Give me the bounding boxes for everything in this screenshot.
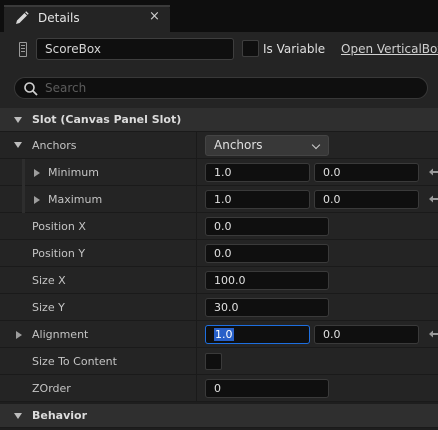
is-variable-checkbox[interactable] (242, 40, 259, 57)
size-x-label: Size X (32, 274, 66, 287)
tab-title: Details (38, 11, 80, 25)
category-behavior[interactable]: Behavior (0, 404, 438, 428)
is-variable-label: Is Variable (263, 42, 326, 56)
alignment-y-input[interactable]: 0.0 (314, 325, 419, 344)
search-icon (24, 82, 38, 96)
category-slot[interactable]: Slot (Canvas Panel Slot) (0, 108, 438, 132)
row-position-x: Position X 0.0 (0, 213, 438, 240)
size-y-input[interactable]: 30.0 (205, 298, 329, 317)
category-slot-label: Slot (Canvas Panel Slot) (32, 113, 182, 126)
minimum-y-input[interactable]: 0.0 (314, 163, 419, 182)
minimum-label: Minimum (48, 166, 99, 179)
alignment-x-selected-text: 1.0 (214, 328, 234, 341)
row-anchors-minimum: Minimum 1.0 0.0 (0, 159, 438, 186)
position-y-label: Position Y (32, 247, 86, 260)
size-y-label: Size Y (32, 301, 65, 314)
widget-name-input[interactable] (36, 38, 234, 60)
size-to-content-checkbox[interactable] (205, 353, 222, 370)
open-verticalbox-link[interactable]: Open VerticalBox (341, 42, 438, 56)
row-alignment: Alignment 1.0 0.0 (0, 321, 438, 348)
row-anchors: Anchors Anchors (0, 132, 438, 159)
widget-type-icon (19, 42, 27, 57)
maximum-label: Maximum (48, 193, 103, 206)
collapse-arrow-icon[interactable] (34, 196, 40, 204)
size-to-content-label: Size To Content (32, 355, 117, 368)
expand-arrow-icon[interactable] (14, 142, 22, 148)
position-x-label: Position X (32, 220, 86, 233)
zorder-input[interactable]: 0 (205, 379, 329, 398)
tab-bar: Details × (0, 0, 438, 32)
expand-arrow-icon (14, 413, 22, 419)
zorder-label: ZOrder (32, 382, 71, 395)
tab-accent (4, 5, 170, 7)
maximum-y-input[interactable]: 0.0 (314, 190, 419, 209)
reset-arrow-icon[interactable] (428, 166, 438, 178)
size-x-input[interactable]: 100.0 (205, 271, 329, 290)
position-y-input[interactable]: 0.0 (205, 244, 329, 263)
search-input[interactable] (45, 79, 415, 97)
chevron-down-icon (311, 140, 321, 150)
expand-arrow-icon (14, 117, 22, 123)
details-header: Is Variable Open VerticalBox (0, 32, 438, 108)
anchors-dropdown[interactable]: Anchors (205, 135, 329, 156)
row-zorder: ZOrder 0 (0, 375, 438, 402)
row-size-to-content: Size To Content (0, 348, 438, 375)
collapse-arrow-icon[interactable] (16, 331, 22, 339)
property-grid: Slot (Canvas Panel Slot) Anchors Anchors… (0, 108, 438, 430)
anchors-dropdown-value: Anchors (214, 138, 263, 152)
reset-arrow-icon[interactable] (428, 328, 438, 340)
pencil-icon (16, 11, 29, 24)
minimum-x-input[interactable]: 1.0 (205, 163, 310, 182)
search-box[interactable] (14, 77, 428, 99)
reset-arrow-icon[interactable] (428, 193, 438, 205)
maximum-x-input[interactable]: 1.0 (205, 190, 310, 209)
category-behavior-label: Behavior (32, 409, 88, 422)
alignment-x-input[interactable]: 1.0 (205, 325, 310, 344)
row-position-y: Position Y 0.0 (0, 240, 438, 267)
collapse-arrow-icon[interactable] (34, 169, 40, 177)
close-icon[interactable]: × (149, 9, 160, 24)
position-x-input[interactable]: 0.0 (205, 217, 329, 236)
row-anchors-maximum: Maximum 1.0 0.0 (0, 186, 438, 213)
alignment-label: Alignment (32, 328, 89, 341)
anchors-label: Anchors (32, 139, 77, 152)
row-size-x: Size X 100.0 (0, 267, 438, 294)
row-size-y: Size Y 30.0 (0, 294, 438, 321)
tab-details[interactable]: Details × (4, 5, 170, 32)
